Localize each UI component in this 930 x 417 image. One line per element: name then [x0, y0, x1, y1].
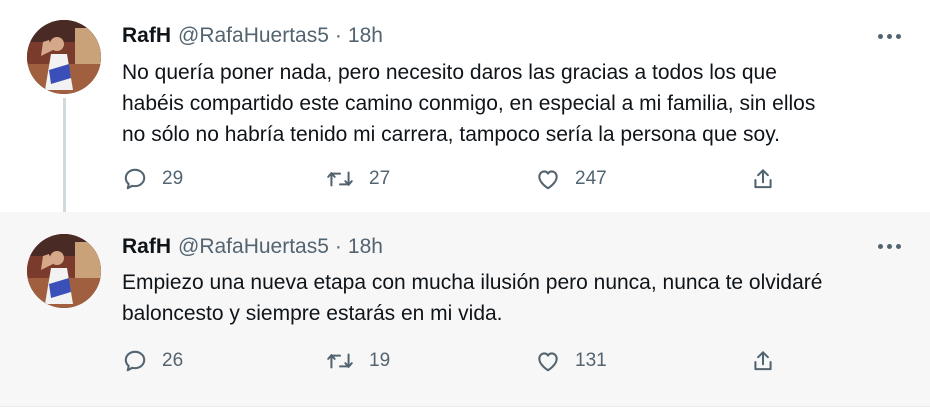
display-name[interactable]: RafH	[122, 235, 171, 259]
tweet-text-line: Empiezo una nueva etapa con mucha ilusió…	[122, 271, 823, 294]
like-count: 247	[575, 168, 607, 189]
reply-icon	[124, 350, 146, 372]
separator: ·	[334, 24, 342, 47]
tweet-header: RafH @RafaHuertas5 · 18h	[122, 22, 383, 50]
tweet-text-line: No quería poner nada, pero necesito daro…	[122, 61, 777, 84]
tweet-text-line: habéis compartido este camino conmigo, e…	[122, 92, 816, 115]
avatar[interactable]	[27, 20, 101, 94]
like-button[interactable]: 131	[535, 348, 607, 374]
retweet-button[interactable]: 27	[325, 166, 390, 192]
share-button[interactable]	[750, 348, 776, 374]
retweet-icon	[327, 353, 353, 369]
avatar[interactable]	[27, 234, 101, 308]
tweet-1[interactable]: RafH @RafaHuertas5 · 18h No quería poner…	[0, 0, 930, 226]
separator: ·	[334, 235, 342, 258]
tweet-header: RafH @RafaHuertas5 · 18h	[122, 233, 383, 261]
heart-icon	[538, 170, 558, 190]
share-icon	[754, 169, 772, 189]
like-button[interactable]: 247	[535, 166, 607, 192]
tweet-text-line: no sólo no habría tenido mi carrera, tam…	[122, 123, 780, 146]
like-count: 131	[575, 350, 607, 371]
reply-button[interactable]: 29	[122, 166, 183, 192]
retweet-icon	[327, 171, 353, 187]
more-icon[interactable]	[872, 26, 906, 46]
reply-icon	[124, 168, 146, 190]
reply-count: 29	[162, 168, 184, 189]
retweet-button[interactable]: 19	[325, 348, 390, 374]
thread-line	[63, 98, 66, 226]
share-button[interactable]	[750, 166, 776, 192]
username[interactable]: @RafaHuertas5	[178, 235, 329, 259]
display-name[interactable]: RafH	[122, 24, 171, 48]
timestamp[interactable]: 18h	[348, 235, 383, 259]
share-icon	[754, 351, 772, 371]
username[interactable]: @RafaHuertas5	[178, 24, 329, 48]
more-icon[interactable]	[872, 236, 906, 256]
tweet-text-line: baloncesto y siempre estarás en mi vida.	[122, 302, 503, 325]
tweet-2[interactable]: RafH @RafaHuertas5 · 18h Empiezo una nue…	[0, 212, 930, 406]
divider	[0, 406, 930, 417]
timestamp[interactable]: 18h	[348, 24, 383, 48]
reply-count: 26	[162, 350, 184, 371]
heart-icon	[538, 352, 558, 372]
reply-button[interactable]: 26	[122, 348, 183, 374]
tweet-text: No quería poner nada, pero necesito daro…	[122, 57, 912, 150]
retweet-count: 19	[369, 350, 391, 371]
retweet-count: 27	[369, 168, 391, 189]
tweet-text: Empiezo una nueva etapa con mucha ilusió…	[122, 267, 912, 329]
